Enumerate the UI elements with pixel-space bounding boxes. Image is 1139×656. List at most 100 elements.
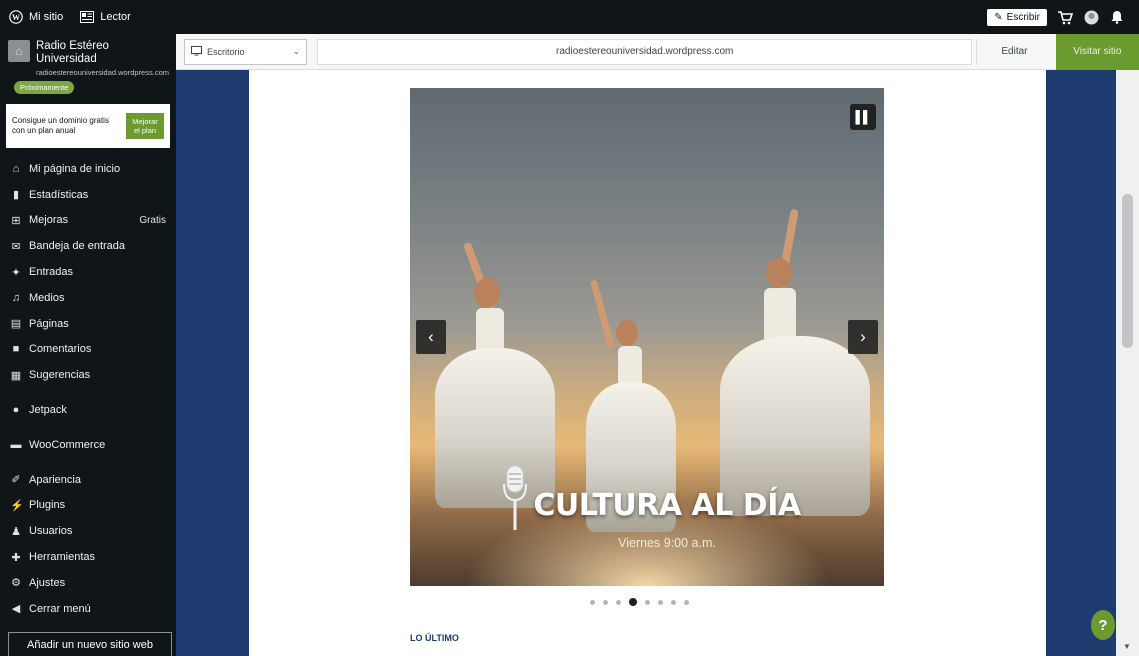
woocommerce-icon: ▬	[10, 438, 22, 451]
slider-dot[interactable]	[616, 599, 621, 605]
pages-icon: ▤	[10, 318, 22, 331]
sidebar-item-users[interactable]: ♟ Usuarios	[0, 518, 176, 544]
sidebar-item-media[interactable]: ♫ Medios	[0, 285, 176, 311]
slider-dot[interactable]	[684, 599, 689, 605]
upsell-text: Consigue un dominio gratis con un plan a…	[12, 116, 109, 135]
theme-side-strip-right	[1046, 70, 1116, 656]
preview-url-bar[interactable]: radioestereouniversidad.wordpress.com	[317, 38, 973, 65]
sidebar-item-settings[interactable]: ⚙ Ajustes	[0, 570, 176, 596]
collapse-icon: ◀	[11, 603, 21, 616]
sidebar-item-posts[interactable]: ✦ Entradas	[0, 259, 176, 285]
sidebar-nav: ⌂ Mi página de inicio ▮ Estadísticas ⊞ M…	[0, 156, 176, 622]
slide-title: CULTURA AL DÍA	[533, 488, 801, 523]
user-icon: ♟	[11, 525, 21, 538]
slider-dot[interactable]	[645, 599, 650, 605]
sidebar-item-label: Mejoras	[29, 214, 69, 227]
stats-icon: ▮	[12, 189, 20, 202]
sidebar-item-label: Comentarios	[29, 343, 92, 356]
sidebar-item-plugins[interactable]: ⚡ Plugins	[0, 493, 176, 519]
device-select[interactable]: Escritorio ⌄	[184, 38, 308, 65]
site-card[interactable]: ⌂ Radio Estéreo Universidad radioestereo…	[0, 34, 176, 77]
sidebar-item-label: Páginas	[29, 317, 69, 330]
svg-text:W: W	[12, 13, 20, 22]
settings-icon: ⚙	[11, 577, 21, 590]
my-site-link[interactable]: W Mi sitio	[0, 0, 71, 34]
sidebar-item-upgrades[interactable]: ⊞ Mejoras Gratis	[0, 208, 176, 234]
hero-slider[interactable]: CULTURA AL DÍA Viernes 9:00 a.m. ▌▌ ‹ ›	[410, 88, 884, 586]
feedback-icon: ▦	[10, 369, 22, 382]
sidebar-item-woocommerce[interactable]: ▬ WooCommerce	[0, 432, 176, 458]
sidebar-item-label: Plugins	[29, 499, 66, 512]
sidebar-item-jetpack[interactable]: ● Jetpack	[0, 397, 176, 423]
free-badge: Gratis	[139, 214, 166, 226]
site-preview: CULTURA AL DÍA Viernes 9:00 a.m. ▌▌ ‹ › …	[176, 70, 1139, 656]
visit-site-button[interactable]: Visitar sitio	[1055, 33, 1139, 70]
write-label: Escribir	[1006, 11, 1040, 23]
chevron-down-icon: ⌄	[292, 46, 301, 56]
sidebar-item-label: Sugerencias	[29, 369, 91, 382]
sidebar-item-pages[interactable]: ▤ Páginas	[0, 311, 176, 337]
sidebar-item-label: WooCommerce	[29, 438, 106, 451]
coming-soon-badge: Próximamente	[14, 81, 75, 94]
site-title: Radio Estéreo Universidad	[36, 40, 109, 65]
cart-icon[interactable]	[1057, 9, 1073, 25]
sidebar-item-stats[interactable]: ▮ Estadísticas	[0, 182, 176, 208]
bell-icon[interactable]	[1109, 9, 1125, 25]
comment-icon: ■	[12, 343, 20, 356]
dancer-figure	[580, 278, 690, 568]
nav-spacer	[0, 458, 176, 467]
sidebar-item-label: Jetpack	[29, 404, 67, 417]
scroll-thumb[interactable]	[1122, 194, 1133, 348]
site-icon: ⌂	[8, 40, 30, 62]
avatar[interactable]	[1083, 9, 1099, 25]
reader-icon	[79, 9, 95, 25]
wordpress-logo-icon: W	[8, 9, 24, 25]
sidebar-item-appearance[interactable]: ✐ Apariencia	[0, 467, 176, 493]
sidebar-item-label: Mi página de inicio	[29, 162, 121, 175]
reader-label: Lector	[100, 11, 131, 23]
write-button[interactable]: ✎ Escribir	[987, 8, 1047, 26]
slider-dot[interactable]	[629, 598, 637, 606]
edit-button[interactable]: Editar	[976, 38, 1051, 65]
chevron-left-icon[interactable]: ‹	[416, 320, 446, 354]
theme-side-strip-left	[176, 70, 249, 656]
sidebar-item-label: Usuarios	[29, 525, 73, 538]
sidebar-item-inbox[interactable]: ✉ Bandeja de entrada	[0, 233, 176, 259]
sidebar-item-label: Estadísticas	[29, 188, 89, 201]
plugin-icon: ⚡	[10, 499, 24, 512]
sidebar-item-feedback[interactable]: ▦ Sugerencias	[0, 362, 176, 388]
slide-image: CULTURA AL DÍA Viernes 9:00 a.m.	[410, 88, 884, 586]
upgrade-plan-button[interactable]: Mejorar el plan	[126, 113, 164, 139]
sidebar-item-collapse[interactable]: ◀ Cerrar menú	[0, 596, 176, 622]
slider-dot[interactable]	[658, 599, 663, 605]
slider-dot[interactable]	[671, 599, 676, 605]
pause-icon[interactable]: ▌▌	[850, 104, 876, 130]
sidebar-item-tools[interactable]: ✚ Herramientas	[0, 544, 176, 570]
sidebar: ⌂ Radio Estéreo Universidad radioestereo…	[0, 34, 176, 656]
help-button[interactable]: ?	[1091, 610, 1115, 640]
slider-dot[interactable]	[590, 599, 595, 605]
my-site-label: Mi sitio	[29, 11, 64, 23]
nav-spacer	[0, 388, 176, 397]
sidebar-item-comments[interactable]: ■ Comentarios	[0, 337, 176, 363]
slider-dot[interactable]	[603, 599, 608, 605]
sidebar-item-label: Apariencia	[29, 473, 81, 486]
add-new-site-button[interactable]: Añadir un nuevo sitio web	[8, 632, 172, 656]
device-label: Escritorio	[207, 46, 245, 57]
masterbar: W Mi sitio Lector ✎ Escribir	[0, 0, 1139, 34]
slider-dots	[590, 598, 689, 606]
pin-icon: ✦	[11, 266, 21, 279]
site-url: radioestereouniversidad.wordpress.com	[36, 68, 169, 77]
inbox-icon: ✉	[11, 240, 21, 253]
nav-spacer	[0, 423, 176, 432]
sidebar-item-label: Ajustes	[29, 576, 66, 589]
pencil-icon: ✎	[994, 11, 1003, 23]
sidebar-item-label: Medios	[29, 291, 65, 304]
scroll-down-icon[interactable]: ▼	[1123, 642, 1131, 651]
chevron-right-icon[interactable]: ›	[848, 320, 878, 354]
sidebar-item-home[interactable]: ⌂ Mi página de inicio	[0, 156, 176, 182]
reader-link[interactable]: Lector	[71, 0, 139, 34]
scrollbar[interactable]: ▼	[1116, 70, 1139, 656]
wrench-icon: ✚	[11, 551, 21, 564]
desktop-icon	[191, 45, 202, 58]
